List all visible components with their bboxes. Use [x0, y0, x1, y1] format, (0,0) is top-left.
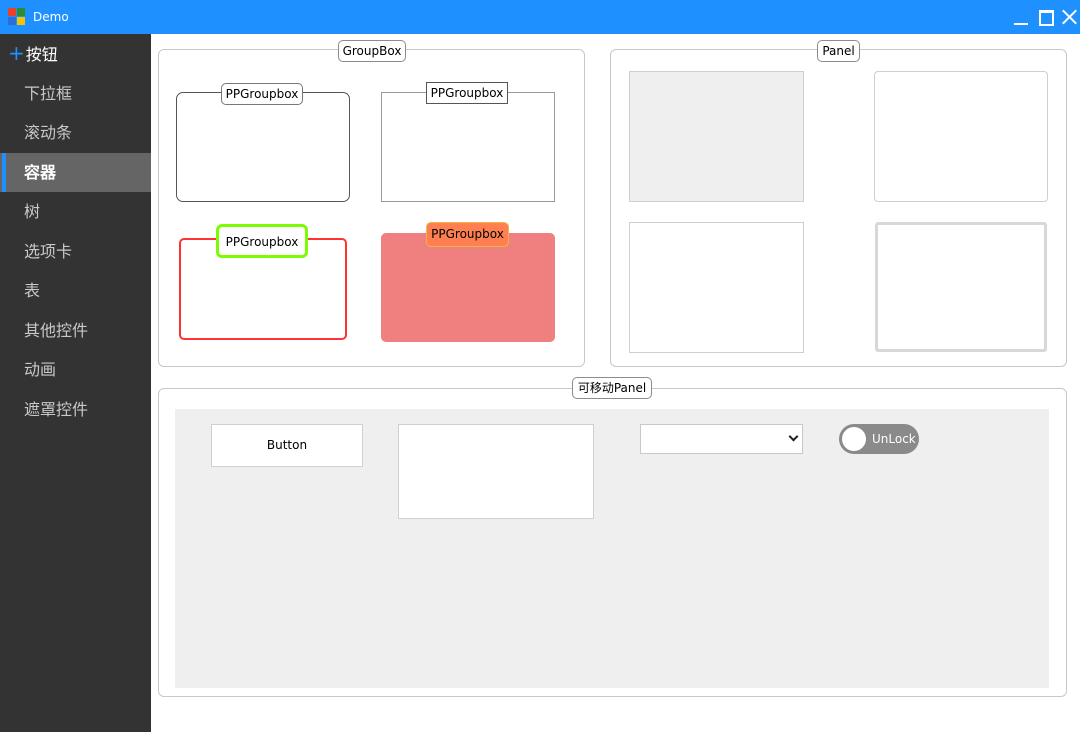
movable-panel-caption[interactable]: 可移动Panel: [572, 377, 652, 399]
maximize-icon[interactable]: [1036, 6, 1058, 28]
demo-button[interactable]: Button: [211, 424, 363, 467]
dropdown-select[interactable]: [640, 424, 803, 454]
sidebar-item-label: 容器: [24, 163, 57, 182]
sidebar-item-label: 遮罩控件: [24, 400, 89, 419]
ppgroupbox-filled: [381, 233, 555, 342]
sidebar-item-container[interactable]: 容器: [0, 153, 151, 192]
sidebar-item-label: 动画: [24, 360, 57, 379]
sidebar-item-other-controls[interactable]: 其他控件: [0, 311, 151, 350]
text-area[interactable]: [398, 424, 594, 519]
title-bar[interactable]: Demo: [0, 0, 1080, 34]
panel-thick-border: [875, 222, 1047, 352]
sidebar-item-label: 下拉框: [24, 84, 73, 103]
ppgroupbox-square: [381, 92, 555, 202]
minimize-icon[interactable]: [1011, 6, 1033, 28]
ppgroupbox-caption: PPGroupbox: [426, 222, 509, 247]
sidebar-item-tree[interactable]: 树: [0, 192, 151, 231]
chevron-down-icon: [788, 431, 799, 442]
close-icon[interactable]: [1059, 6, 1080, 28]
sidebar-item-tabs[interactable]: 选项卡: [0, 232, 151, 271]
sidebar-item-label: 其他控件: [24, 321, 89, 340]
ppgroupbox-caption: PPGroupbox: [221, 83, 303, 105]
sidebar-item-table[interactable]: 表: [0, 271, 151, 310]
sidebar-item-dropdown[interactable]: 下拉框: [0, 74, 151, 113]
sidebar-item-label: 选项卡: [24, 242, 73, 261]
panel-rounded: [874, 71, 1048, 202]
unlock-toggle[interactable]: UnLock: [839, 424, 919, 454]
sidebar-item-mask-controls[interactable]: 遮罩控件: [0, 390, 151, 429]
app-icon: [8, 8, 26, 26]
ppgroupbox-caption: PPGroupbox: [216, 224, 308, 258]
sidebar-item-buttons[interactable]: +按钮: [0, 34, 151, 73]
sidebar-item-animation[interactable]: 动画: [0, 350, 151, 389]
window-title: Demo: [33, 10, 69, 24]
toggle-knob: [842, 427, 866, 451]
toggle-label: UnLock: [872, 432, 916, 446]
panel-section-caption: Panel: [817, 40, 860, 62]
groupbox-section-caption: GroupBox: [338, 40, 406, 62]
sidebar-item-label: 按钮: [25, 45, 58, 64]
plus-icon: +: [8, 41, 25, 65]
ppgroupbox-rounded: [176, 92, 350, 202]
sidebar-item-scrollbar[interactable]: 滚动条: [0, 113, 151, 152]
sidebar-item-label: 滚动条: [24, 123, 73, 142]
demo-window: Demo +按钮 下拉框 滚动条 容器 树 选项卡 表 其他控件 动画 遮罩控件…: [0, 0, 1080, 732]
panel-plain: [629, 222, 804, 353]
panel-gray: [629, 71, 804, 202]
sidebar-item-label: 表: [24, 281, 41, 300]
sidebar: +按钮 下拉框 滚动条 容器 树 选项卡 表 其他控件 动画 遮罩控件: [0, 34, 151, 732]
ppgroupbox-caption: PPGroupbox: [426, 82, 508, 104]
sidebar-item-label: 树: [24, 202, 41, 221]
